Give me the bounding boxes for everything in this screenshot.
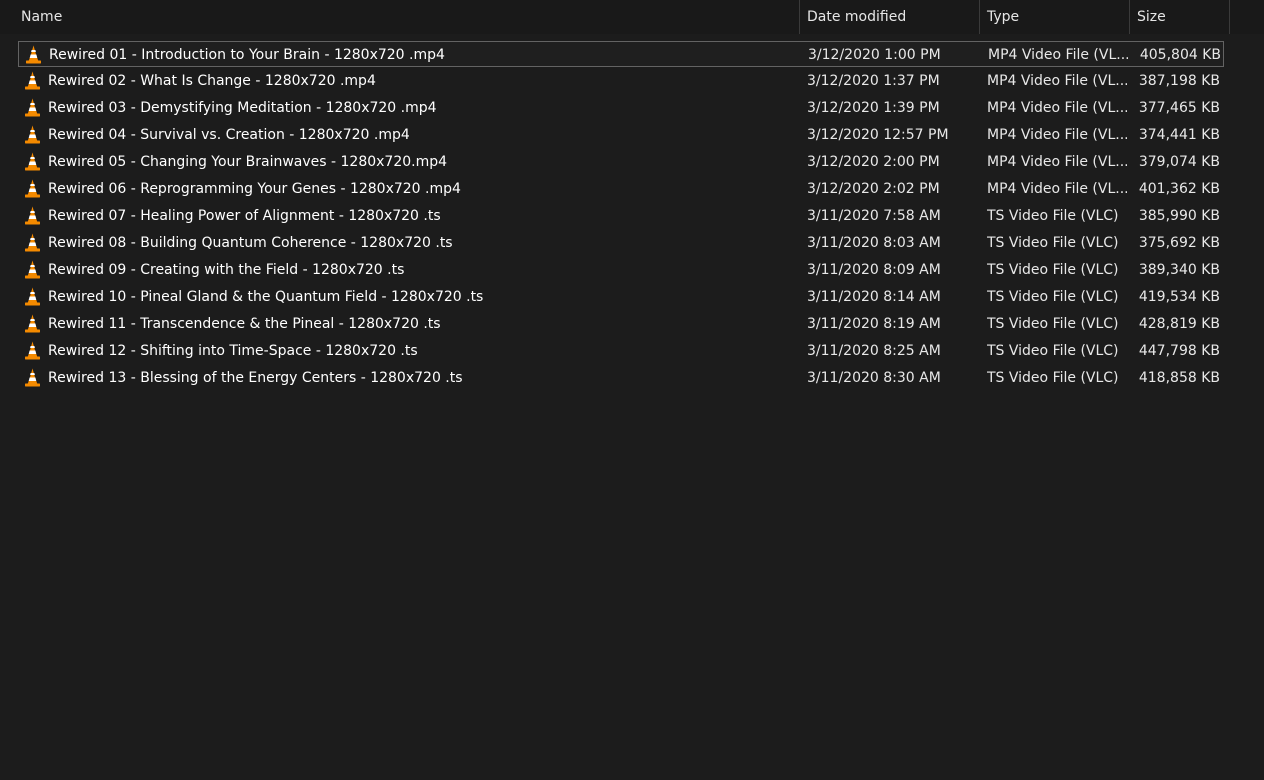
file-size: 389,340 KB <box>1138 262 1220 278</box>
file-type: TS Video File (VLC) <box>987 289 1119 305</box>
vlc-cone-icon <box>24 365 42 391</box>
file-type: TS Video File (VLC) <box>987 370 1119 386</box>
file-type: MP4 Video File (VL... <box>987 154 1127 170</box>
file-row[interactable]: Rewired 01 - Introduction to Your Brain … <box>18 41 1224 67</box>
file-row[interactable]: Rewired 04 - Survival vs. Creation - 128… <box>18 122 1224 148</box>
file-date-modified: 3/12/2020 1:37 PM <box>807 73 940 89</box>
file-size: 401,362 KB <box>1138 181 1220 197</box>
file-explorer-list: Name Date modified Type Size Rewired 01 … <box>0 0 1264 780</box>
file-type: TS Video File (VLC) <box>987 235 1119 251</box>
column-header-name-label: Name <box>21 9 63 25</box>
column-header-type-label: Type <box>987 9 1020 25</box>
vlc-cone-icon <box>24 95 42 121</box>
file-type: TS Video File (VLC) <box>987 262 1119 278</box>
file-row[interactable]: Rewired 03 - Demystifying Meditation - 1… <box>18 95 1224 121</box>
file-type: MP4 Video File (VL... <box>988 47 1128 63</box>
file-size: 419,534 KB <box>1138 289 1220 305</box>
column-header-bar: Name Date modified Type Size <box>0 0 1264 34</box>
column-header-size-label: Size <box>1137 9 1166 25</box>
file-row[interactable]: Rewired 06 - Reprogramming Your Genes - … <box>18 176 1224 202</box>
file-name: Rewired 10 - Pineal Gland & the Quantum … <box>48 289 484 305</box>
column-header-date-modified[interactable]: Date modified <box>800 0 980 34</box>
file-row[interactable]: Rewired 05 - Changing Your Brainwaves - … <box>18 149 1224 175</box>
file-date-modified: 3/11/2020 8:30 AM <box>807 370 941 386</box>
column-header-type[interactable]: Type <box>980 0 1130 34</box>
file-row[interactable]: Rewired 02 - What Is Change - 1280x720 .… <box>18 68 1224 94</box>
file-size: 374,441 KB <box>1138 127 1220 143</box>
file-name: Rewired 02 - What Is Change - 1280x720 .… <box>48 73 376 89</box>
vlc-cone-icon <box>24 230 42 256</box>
file-size: 418,858 KB <box>1138 370 1220 386</box>
file-date-modified: 3/11/2020 8:09 AM <box>807 262 941 278</box>
vlc-cone-icon <box>24 203 42 229</box>
file-type: TS Video File (VLC) <box>987 316 1119 332</box>
file-size: 387,198 KB <box>1138 73 1220 89</box>
file-date-modified: 3/12/2020 1:00 PM <box>808 47 941 63</box>
file-row[interactable]: Rewired 10 - Pineal Gland & the Quantum … <box>18 284 1224 310</box>
file-name: Rewired 11 - Transcendence & the Pineal … <box>48 316 441 332</box>
file-name: Rewired 08 - Building Quantum Coherence … <box>48 235 453 251</box>
file-type: MP4 Video File (VL... <box>987 100 1127 116</box>
file-size: 385,990 KB <box>1138 208 1220 224</box>
file-date-modified: 3/11/2020 8:25 AM <box>807 343 941 359</box>
file-type: TS Video File (VLC) <box>987 208 1119 224</box>
file-date-modified: 3/11/2020 8:19 AM <box>807 316 941 332</box>
file-size: 377,465 KB <box>1138 100 1220 116</box>
file-date-modified: 3/12/2020 2:00 PM <box>807 154 940 170</box>
vlc-cone-icon <box>24 338 42 364</box>
file-date-modified: 3/11/2020 7:58 AM <box>807 208 941 224</box>
file-row[interactable]: Rewired 07 - Healing Power of Alignment … <box>18 203 1224 229</box>
file-size: 428,819 KB <box>1138 316 1220 332</box>
file-row[interactable]: Rewired 13 - Blessing of the Energy Cent… <box>18 365 1224 391</box>
file-type: MP4 Video File (VL... <box>987 127 1127 143</box>
column-header-date-label: Date modified <box>807 9 907 25</box>
vlc-cone-icon <box>24 311 42 337</box>
file-name: Rewired 09 - Creating with the Field - 1… <box>48 262 405 278</box>
file-type: MP4 Video File (VL... <box>987 73 1127 89</box>
file-size: 447,798 KB <box>1138 343 1220 359</box>
file-name: Rewired 03 - Demystifying Meditation - 1… <box>48 100 437 116</box>
file-row[interactable]: Rewired 11 - Transcendence & the Pineal … <box>18 311 1224 337</box>
file-name: Rewired 06 - Reprogramming Your Genes - … <box>48 181 461 197</box>
vlc-cone-icon <box>24 257 42 283</box>
column-header-name[interactable]: Name <box>14 0 800 34</box>
file-size: 379,074 KB <box>1138 154 1220 170</box>
vlc-cone-icon <box>24 68 42 94</box>
file-row[interactable]: Rewired 08 - Building Quantum Coherence … <box>18 230 1224 256</box>
file-row[interactable]: Rewired 09 - Creating with the Field - 1… <box>18 257 1224 283</box>
file-date-modified: 3/12/2020 2:02 PM <box>807 181 940 197</box>
file-name: Rewired 04 - Survival vs. Creation - 128… <box>48 127 410 143</box>
column-header-size[interactable]: Size <box>1130 0 1230 34</box>
file-type: TS Video File (VLC) <box>987 343 1119 359</box>
vlc-cone-icon <box>25 42 43 68</box>
file-date-modified: 3/11/2020 8:03 AM <box>807 235 941 251</box>
file-name: Rewired 13 - Blessing of the Energy Cent… <box>48 370 463 386</box>
vlc-cone-icon <box>24 284 42 310</box>
file-name: Rewired 12 - Shifting into Time-Space - … <box>48 343 418 359</box>
file-date-modified: 3/12/2020 1:39 PM <box>807 100 940 116</box>
file-name: Rewired 05 - Changing Your Brainwaves - … <box>48 154 448 170</box>
file-size: 405,804 KB <box>1139 47 1221 63</box>
file-name: Rewired 01 - Introduction to Your Brain … <box>49 47 445 63</box>
file-name: Rewired 07 - Healing Power of Alignment … <box>48 208 441 224</box>
file-row[interactable]: Rewired 12 - Shifting into Time-Space - … <box>18 338 1224 364</box>
vlc-cone-icon <box>24 176 42 202</box>
file-date-modified: 3/11/2020 8:14 AM <box>807 289 941 305</box>
vlc-cone-icon <box>24 149 42 175</box>
file-size: 375,692 KB <box>1138 235 1220 251</box>
vlc-cone-icon <box>24 122 42 148</box>
file-date-modified: 3/12/2020 12:57 PM <box>807 127 949 143</box>
file-type: MP4 Video File (VL... <box>987 181 1127 197</box>
